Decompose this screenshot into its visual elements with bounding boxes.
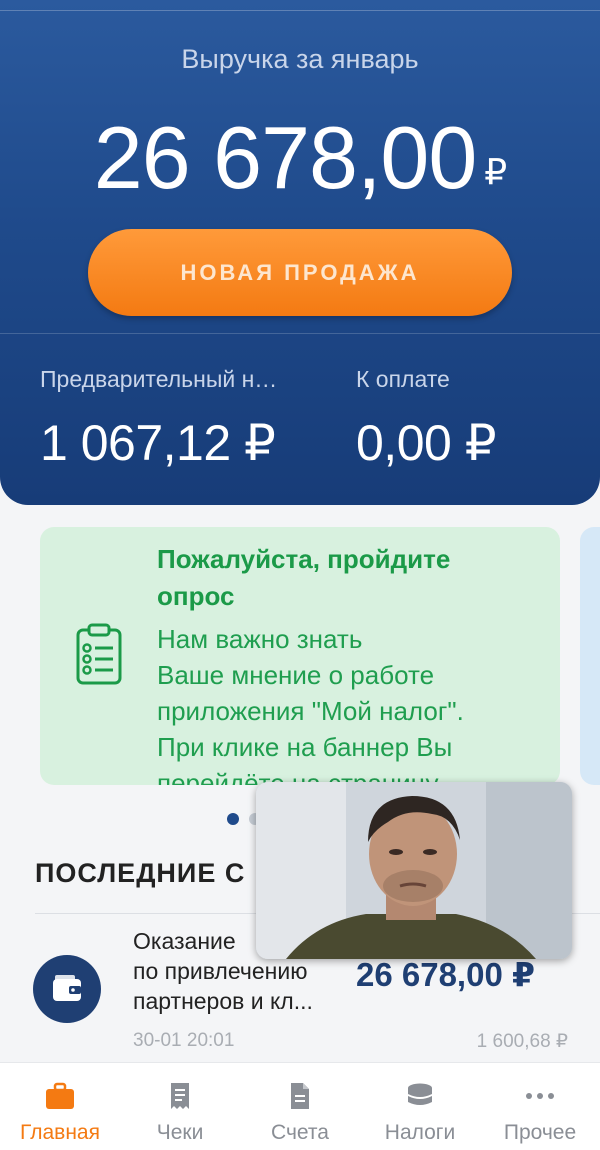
survey-banner[interactable]: Пожалуйста, пройдите опрос Нам важно зна… (40, 527, 560, 785)
revenue-currency: ₽ (484, 151, 507, 192)
banner-text-line: Нам важно знать (157, 624, 363, 654)
prelim-tax-value[interactable]: 1 067,12 ₽ (40, 414, 276, 472)
video-overlay[interactable] (256, 782, 572, 959)
revenue-title: Выручка за январь (181, 44, 419, 74)
nav-item-invoices[interactable]: Счета (240, 1063, 360, 1150)
operation-amount: 26 678,00 ₽ (356, 956, 535, 993)
pager-dot-active[interactable] (227, 813, 239, 825)
prelim-tax-label[interactable]: Предварительный н… (40, 366, 277, 393)
banner-text-line: При клике на баннер Вы (157, 732, 453, 762)
nav-item-taxes[interactable]: Налоги (360, 1063, 480, 1150)
wallet-icon (33, 955, 101, 1023)
banner-text-line: приложения "Мой налог". (157, 696, 464, 726)
next-banner-peek[interactable] (580, 527, 600, 785)
coins-icon (408, 1083, 432, 1105)
banner-text: Нам важно знать Ваше мнение о работе при… (157, 621, 552, 785)
new-sale-button[interactable]: НОВАЯ ПРОДАЖА (88, 229, 512, 316)
nav-label-home: Главная (20, 1121, 100, 1144)
nav-item-home[interactable]: Главная (0, 1063, 120, 1150)
banner-text-line: Ваше мнение о работе (157, 660, 435, 690)
bottom-navigation: Главная Чеки Счета Налоги Прочее (0, 1062, 600, 1150)
banner-title-line: Пожалуйста, пройдите (157, 544, 451, 574)
operation-desc-line: по привлечению (133, 958, 308, 984)
operation-desc-line: партнеров и кл... (133, 988, 313, 1014)
operation-date: 30-01 20:01 (133, 1030, 235, 1051)
due-value[interactable]: 0,00 ₽ (356, 414, 497, 472)
nav-item-more[interactable]: Прочее (480, 1063, 600, 1150)
receipt-icon (171, 1083, 189, 1109)
nav-label-receipts: Чеки (156, 1121, 204, 1144)
banner-title: Пожалуйста, пройдите опрос (157, 541, 537, 615)
more-icon (526, 1093, 554, 1099)
person-video-image (256, 782, 572, 959)
header-divider-top (0, 10, 600, 11)
nav-item-receipts[interactable]: Чеки (120, 1063, 240, 1150)
app-screen: Выручка за январь 26 678,00 ₽ НОВАЯ ПРОДА… (0, 0, 600, 1150)
nav-label-taxes: Налоги (384, 1121, 456, 1144)
revenue-amount-value: 26 678,00 (93, 108, 477, 207)
banner-title-line: опрос (157, 581, 235, 611)
briefcase-icon (46, 1082, 74, 1109)
recent-section-title: ПОСЛЕДНИЕ С (35, 858, 246, 888)
document-icon (291, 1083, 309, 1109)
operation-tax: 1 600,68 ₽ (476, 1031, 568, 1052)
due-label[interactable]: К оплате (356, 366, 450, 393)
nav-label-invoices: Счета (271, 1121, 329, 1144)
nav-label-more: Прочее (503, 1121, 577, 1144)
clipboard-list-icon (76, 623, 122, 685)
revenue-amount: 26 678,00 ₽ (0, 108, 600, 208)
wallet-glyph (53, 975, 81, 1001)
revenue-header: Выручка за январь 26 678,00 ₽ НОВАЯ ПРОДА… (0, 0, 600, 505)
header-divider (0, 333, 600, 334)
